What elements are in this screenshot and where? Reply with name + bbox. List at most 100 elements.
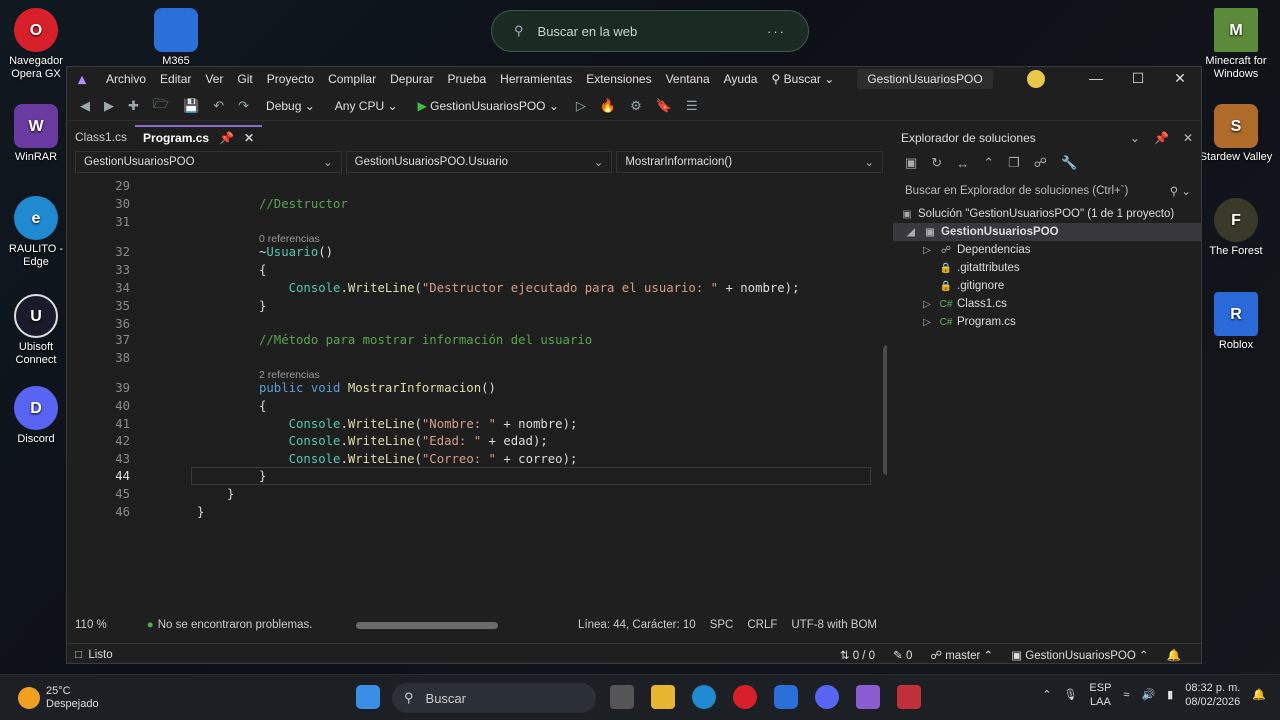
open-icon[interactable]: 🗁: [150, 95, 172, 117]
menu-proyecto[interactable]: Proyecto: [260, 72, 321, 86]
save-icon[interactable]: 💾: [180, 98, 202, 114]
tree-item-gitattributes[interactable]: 🔒 .gitattributes: [893, 259, 1201, 277]
task-view-icon[interactable]: [610, 685, 634, 709]
member-dropdown[interactable]: MostrarInformacion() ⌄: [616, 151, 884, 173]
properties-icon[interactable]: 🔧: [1061, 155, 1077, 171]
volume-icon[interactable]: 🔊: [1141, 688, 1155, 702]
new-item-icon[interactable]: ✚: [125, 98, 142, 114]
discord-icon[interactable]: [815, 685, 839, 709]
pin-icon[interactable]: 📌: [219, 131, 234, 145]
encoding[interactable]: UTF-8 with BOM: [791, 619, 877, 631]
desktop-icon-stardew[interactable]: S Stardew Valley: [1196, 104, 1276, 164]
code-line[interactable]: }: [259, 299, 266, 313]
close-tab-icon[interactable]: ✕: [244, 131, 254, 145]
menu-git[interactable]: Git: [230, 72, 259, 86]
opera-gx-icon[interactable]: [733, 685, 757, 709]
code-line[interactable]: {: [259, 263, 266, 277]
menu-depurar[interactable]: Depurar: [383, 72, 440, 86]
maximize-icon[interactable]: ☐: [1117, 70, 1159, 88]
menu-ventana[interactable]: Ventana: [659, 72, 717, 86]
vertical-scrollbar[interactable]: [883, 345, 887, 475]
collapse-icon[interactable]: ⌃: [983, 155, 994, 171]
solution-search-input[interactable]: Buscar en Explorador de soluciones (Ctrl…: [897, 179, 1197, 203]
code-editor[interactable]: 29 30 //Destructor 31 32 ~Usuario() 33 {34 Cons…: [75, 175, 887, 613]
desktop-icon-m365[interactable]: M365: [140, 8, 212, 68]
git-sync-status[interactable]: ⇅ 0 / 0: [840, 648, 875, 662]
close-icon[interactable]: ✕: [1159, 70, 1201, 88]
codelens-references[interactable]: 0 referencias: [259, 233, 320, 245]
hot-reload-icon[interactable]: 🔥: [597, 98, 619, 114]
tree-solution[interactable]: ▣ Solución "GestionUsuariosPOO" (1 de 1 p…: [893, 205, 1201, 223]
project-dropdown[interactable]: GestionUsuariosPOO ⌄: [75, 151, 342, 173]
taskbar-search[interactable]: ⚲ Buscar: [392, 683, 596, 713]
file-explorer-icon[interactable]: [651, 685, 675, 709]
branch-selector[interactable]: ☍ master ⌃: [930, 648, 993, 662]
code-line[interactable]: }: [259, 469, 266, 483]
comment-icon[interactable]: ☰: [683, 98, 701, 114]
horizontal-scrollbar[interactable]: [356, 621, 499, 629]
desktop-icon-roblox[interactable]: R Roblox: [1196, 292, 1276, 352]
bookmark-icon[interactable]: 🔖: [653, 98, 675, 114]
back-icon[interactable]: ◀: [77, 98, 93, 114]
platform-dropdown[interactable]: Any CPU ⌄: [329, 99, 404, 113]
cursor-position[interactable]: Línea: 44, Carácter: 10: [578, 619, 696, 631]
problems-status[interactable]: No se encontraron problemas.: [158, 619, 313, 631]
tab-program[interactable]: Program.cs 📌 ✕: [135, 125, 263, 149]
pin-icon[interactable]: 📌: [1154, 131, 1169, 145]
avatar[interactable]: [1027, 70, 1045, 88]
menu-ayuda[interactable]: Ayuda: [717, 72, 765, 86]
microphone-icon[interactable]: 🎙: [1063, 688, 1077, 702]
battery-icon[interactable]: ▮: [1167, 688, 1173, 702]
edge-icon[interactable]: [692, 685, 716, 709]
notification-icon[interactable]: 🔔: [1252, 688, 1266, 702]
desktop-icon-winrar[interactable]: W WinRAR: [0, 104, 72, 164]
menu-herramientas[interactable]: Herramientas: [493, 72, 579, 86]
close-icon[interactable]: ✕: [1183, 131, 1193, 145]
code-line[interactable]: Console.WriteLine("Destructor ejecutado …: [259, 281, 800, 295]
code-line[interactable]: }: [197, 505, 204, 519]
code-line[interactable]: Console.WriteLine("Edad: " + edad);: [259, 434, 548, 448]
desktop-icon-opera-gx[interactable]: O Navegador Opera GX: [0, 8, 72, 81]
desktop-icon-minecraft[interactable]: M Minecraft for Windows: [1196, 8, 1276, 81]
clock[interactable]: 08:32 p. m. 08/02/2026: [1185, 681, 1240, 709]
desktop-icon-edge[interactable]: e RAULITO - Edge: [0, 196, 72, 269]
tree-project[interactable]: ◢ ▣ GestionUsuariosPOO: [893, 223, 1201, 241]
menu-extensiones[interactable]: Extensiones: [579, 72, 658, 86]
copy-icon[interactable]: ❐: [1008, 155, 1020, 171]
diagnostic-icon[interactable]: ⚙: [627, 98, 645, 114]
whitespace-mode[interactable]: SPC: [710, 619, 734, 631]
code-line[interactable]: public void MostrarInformacion(): [259, 381, 496, 395]
output-icon[interactable]: □: [75, 649, 88, 661]
code-line[interactable]: }: [227, 487, 234, 501]
tab-class1[interactable]: Class1.cs: [67, 125, 135, 149]
zoom-dropdown[interactable]: 110 %: [75, 619, 107, 631]
code-line[interactable]: Console.WriteLine("Nombre: " + nombre);: [259, 417, 578, 431]
chevron-up-icon[interactable]: ⌃: [1042, 688, 1051, 702]
redo-icon[interactable]: ↷: [235, 98, 252, 114]
git-icon[interactable]: ☍: [1034, 155, 1047, 171]
desktop-icon-ubisoft[interactable]: U Ubisoft Connect: [0, 294, 72, 367]
history-icon[interactable]: ↻: [931, 155, 942, 171]
forward-icon[interactable]: ▶: [101, 98, 117, 114]
tree-item-class1[interactable]: ▷ C# Class1.cs: [893, 295, 1201, 313]
switch-views-icon[interactable]: ▣: [905, 155, 917, 171]
menu-search[interactable]: ⚲ Buscar ⌄: [764, 72, 841, 86]
repository-selector[interactable]: ▣ GestionUsuariosPOO ⌃: [1011, 648, 1148, 662]
wifi-icon[interactable]: ≈: [1123, 688, 1129, 702]
desktop-icon-discord[interactable]: D Discord: [0, 386, 72, 446]
desktop-icon-the-forest[interactable]: F The Forest: [1196, 198, 1276, 258]
start-icon[interactable]: [356, 685, 380, 709]
tree-item-dependencias[interactable]: ▷ ☍ Dependencias: [893, 241, 1201, 259]
undo-icon[interactable]: ↶: [210, 98, 227, 114]
git-changes-status[interactable]: ✎ 0: [893, 648, 912, 662]
language-indicator[interactable]: ESP LAA: [1089, 681, 1111, 709]
tree-item-program[interactable]: ▷ C# Program.cs: [893, 313, 1201, 331]
visual-studio-icon[interactable]: [856, 685, 880, 709]
tree-item-gitignore[interactable]: 🔒 .gitignore: [893, 277, 1201, 295]
start-button[interactable]: ▶ GestionUsuariosPOO ⌄: [412, 99, 565, 113]
minimize-icon[interactable]: —: [1075, 70, 1117, 88]
menu-compilar[interactable]: Compilar: [321, 72, 383, 86]
type-dropdown[interactable]: GestionUsuariosPOO.Usuario ⌄: [345, 151, 613, 173]
sync-icon[interactable]: ↔: [956, 156, 969, 171]
codelens-references[interactable]: 2 referencias: [259, 369, 320, 381]
